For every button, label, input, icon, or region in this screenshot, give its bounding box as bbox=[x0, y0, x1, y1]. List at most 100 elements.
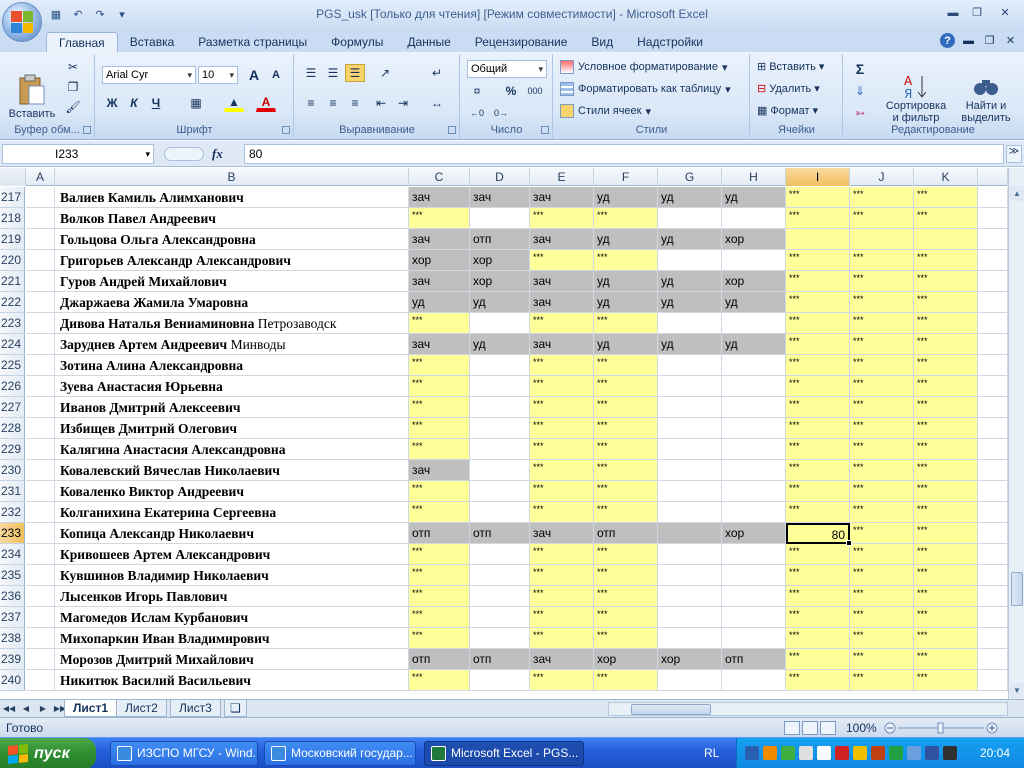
cell-student-name[interactable]: Гольцова Ольга Александровна bbox=[55, 229, 409, 250]
grade-cell[interactable] bbox=[470, 502, 530, 523]
ribbon-restore-icon[interactable]: ❐ bbox=[982, 33, 997, 48]
grade-cell[interactable]: *** bbox=[914, 481, 978, 502]
grade-cell[interactable]: *** bbox=[594, 439, 658, 460]
cell-student-name[interactable]: Зуева Анастасия Юрьевна bbox=[55, 376, 409, 397]
grade-cell[interactable]: зач bbox=[409, 271, 470, 292]
cell-l[interactable] bbox=[978, 523, 1008, 544]
grade-cell[interactable]: уд bbox=[470, 292, 530, 313]
grade-cell[interactable]: *** bbox=[914, 544, 978, 565]
delete-cells-button[interactable]: ⊟ Удалить ▾ bbox=[757, 82, 820, 96]
grade-cell[interactable]: *** bbox=[409, 586, 470, 607]
cell-student-name[interactable]: Иванов Дмитрий Алексеевич bbox=[55, 397, 409, 418]
sheet-tab-3[interactable]: Лист3 bbox=[170, 700, 221, 717]
grade-cell[interactable] bbox=[470, 481, 530, 502]
grade-cell[interactable]: *** bbox=[914, 418, 978, 439]
cell-a[interactable] bbox=[26, 670, 55, 691]
grade-cell[interactable]: хор bbox=[594, 649, 658, 670]
fill-color-icon[interactable]: ▲ bbox=[224, 94, 244, 112]
grade-cell[interactable]: *** bbox=[850, 439, 914, 460]
currency-icon[interactable]: ¤ bbox=[467, 82, 487, 100]
cell-a[interactable] bbox=[26, 208, 55, 229]
grade-cell[interactable] bbox=[658, 586, 722, 607]
grade-cell[interactable]: *** bbox=[850, 523, 914, 544]
sheet-tab-1[interactable]: Лист1 bbox=[64, 700, 118, 717]
cell-student-name[interactable]: Морозов Дмитрий Михайлович bbox=[55, 649, 409, 670]
grade-cell[interactable]: *** bbox=[850, 376, 914, 397]
grade-cell[interactable]: *** bbox=[786, 397, 850, 418]
grade-cell[interactable]: *** bbox=[530, 502, 594, 523]
grade-cell[interactable]: *** bbox=[786, 418, 850, 439]
align-right-icon[interactable]: ≡ bbox=[345, 94, 365, 112]
cell-l[interactable] bbox=[978, 502, 1008, 523]
grade-cell[interactable]: хор bbox=[658, 649, 722, 670]
grade-cell[interactable]: *** bbox=[594, 355, 658, 376]
grade-cell[interactable]: *** bbox=[594, 208, 658, 229]
clipboard-launcher-icon[interactable] bbox=[83, 126, 91, 134]
restore-icon[interactable]: ❐ bbox=[966, 4, 988, 21]
row-header[interactable]: 238 bbox=[0, 628, 25, 649]
grade-cell[interactable] bbox=[722, 250, 786, 271]
tab-review[interactable]: Рецензирование bbox=[463, 32, 580, 52]
grade-cell[interactable]: зач bbox=[530, 292, 594, 313]
grade-cell[interactable] bbox=[658, 418, 722, 439]
cell-l[interactable] bbox=[978, 565, 1008, 586]
cell-l[interactable] bbox=[978, 229, 1008, 250]
page-layout-view-icon[interactable] bbox=[802, 721, 818, 735]
find-select-button[interactable]: Найти и выделить bbox=[954, 58, 1018, 124]
row-header[interactable]: 225 bbox=[0, 355, 25, 376]
grade-cell[interactable]: хор bbox=[722, 229, 786, 250]
grade-cell[interactable] bbox=[722, 208, 786, 229]
cell-l[interactable] bbox=[978, 649, 1008, 670]
cell-a[interactable] bbox=[26, 292, 55, 313]
grade-cell[interactable]: *** bbox=[914, 565, 978, 586]
grade-cell[interactable]: *** bbox=[786, 670, 850, 691]
grade-cell[interactable] bbox=[722, 481, 786, 502]
grade-cell[interactable]: *** bbox=[530, 460, 594, 481]
cell-a[interactable] bbox=[26, 313, 55, 334]
cell-a[interactable] bbox=[26, 544, 55, 565]
grade-cell[interactable]: *** bbox=[914, 649, 978, 670]
grade-cell[interactable]: *** bbox=[594, 607, 658, 628]
column-header-b[interactable]: B bbox=[55, 168, 409, 186]
column-header-j[interactable]: J bbox=[850, 168, 914, 186]
clear-icon[interactable]: ➳ bbox=[850, 104, 870, 122]
grade-cell[interactable]: уд bbox=[722, 334, 786, 355]
grade-cell[interactable]: *** bbox=[850, 250, 914, 271]
row-header[interactable]: 229 bbox=[0, 439, 25, 460]
orientation-icon[interactable]: ↗ bbox=[375, 64, 395, 82]
grade-cell[interactable] bbox=[850, 229, 914, 250]
task-ie-moscow[interactable]: Московский государ... bbox=[264, 741, 416, 766]
column-header-l[interactable] bbox=[978, 168, 1008, 186]
grade-cell[interactable]: *** bbox=[850, 649, 914, 670]
prev-sheet-icon[interactable]: ◀ bbox=[19, 701, 33, 716]
align-left-icon[interactable]: ≡ bbox=[301, 94, 321, 112]
zoom-level[interactable]: 100% bbox=[846, 721, 877, 735]
borders-icon[interactable]: ▦ bbox=[186, 94, 206, 112]
grade-cell[interactable]: отп bbox=[594, 523, 658, 544]
grade-cell[interactable]: зач bbox=[470, 187, 530, 208]
close-icon[interactable]: ✕ bbox=[990, 4, 1020, 21]
cell-student-name[interactable]: Калягина Анастасия Александровна bbox=[55, 439, 409, 460]
row-header[interactable]: 227 bbox=[0, 397, 25, 418]
grade-cell[interactable]: *** bbox=[409, 355, 470, 376]
grade-cell[interactable]: *** bbox=[850, 565, 914, 586]
grade-cell[interactable]: *** bbox=[914, 628, 978, 649]
row-header[interactable]: 234 bbox=[0, 544, 25, 565]
decrease-indent-icon[interactable]: ⇤ bbox=[371, 94, 391, 112]
cell-a[interactable] bbox=[26, 586, 55, 607]
grade-cell[interactable]: *** bbox=[850, 628, 914, 649]
grade-cell[interactable] bbox=[722, 355, 786, 376]
tray-antivirus-icon[interactable] bbox=[835, 746, 849, 760]
tray-network-icon[interactable] bbox=[781, 746, 795, 760]
grade-cell[interactable]: *** bbox=[786, 439, 850, 460]
cell-student-name[interactable]: Волков Павел Андреевич bbox=[55, 208, 409, 229]
grade-cell[interactable] bbox=[658, 670, 722, 691]
grade-cell[interactable]: *** bbox=[786, 586, 850, 607]
tray-update-icon[interactable] bbox=[925, 746, 939, 760]
grade-cell[interactable] bbox=[658, 523, 722, 544]
cell-student-name[interactable]: Никитюк Василий Васильевич bbox=[55, 670, 409, 691]
grade-cell[interactable]: хор bbox=[409, 250, 470, 271]
grade-cell[interactable]: *** bbox=[409, 544, 470, 565]
grade-cell[interactable] bbox=[470, 439, 530, 460]
grade-cell[interactable]: уд bbox=[722, 187, 786, 208]
